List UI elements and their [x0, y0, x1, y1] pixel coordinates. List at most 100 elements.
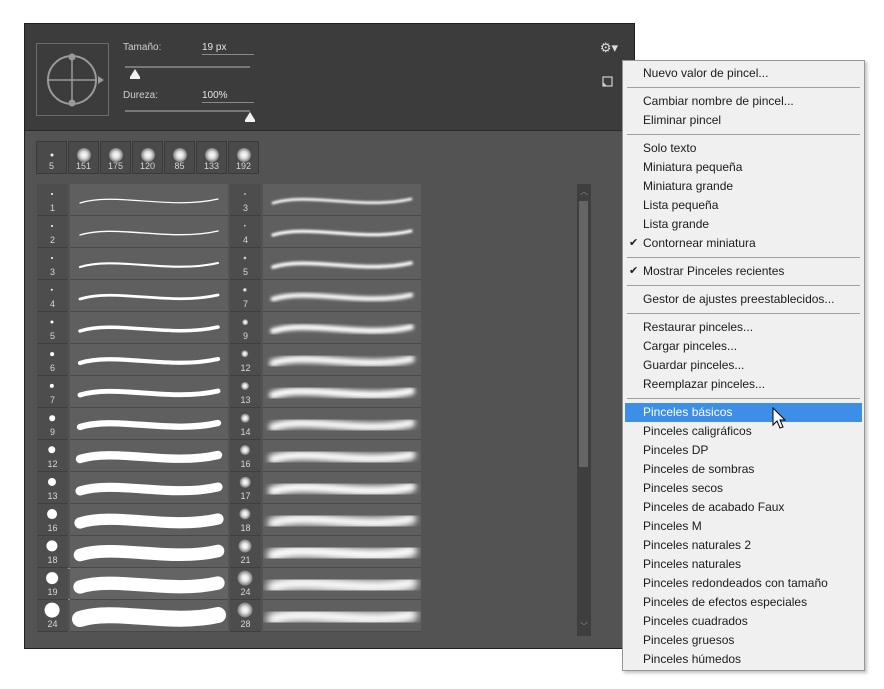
recent-brush-item[interactable]: 85 — [164, 141, 195, 174]
menu-item[interactable]: ✔ Mostrar Pinceles recientes — [625, 262, 862, 281]
soft-brush-tip-icon — [238, 539, 252, 553]
menu-item[interactable]: Gestor de ajustes preestablecidos... — [625, 290, 862, 309]
brush-tip-preview-icon[interactable] — [36, 43, 109, 116]
hardness-slider-track[interactable] — [125, 110, 250, 112]
hard-brush-item[interactable]: 18 — [37, 536, 228, 568]
size-slider-track[interactable] — [125, 66, 250, 68]
brush-stroke-line — [269, 387, 415, 399]
hard-brush-item[interactable]: 24 — [37, 600, 228, 632]
gear-icon[interactable]: ⚙▾ — [597, 39, 621, 57]
recent-brush-item[interactable]: 192 — [228, 141, 259, 174]
soft-brush-item[interactable]: 21 — [230, 536, 421, 568]
brush-stroke-preview — [70, 184, 228, 216]
soft-brush-item[interactable]: 18 — [230, 504, 421, 536]
brush-stroke-line — [77, 388, 221, 398]
brush-size-label: 5 — [49, 331, 55, 341]
hard-brush-item[interactable]: 12 — [37, 440, 228, 472]
soft-brush-item[interactable]: 9 — [230, 312, 421, 344]
hardness-slider-thumb[interactable] — [245, 112, 255, 122]
menu-item[interactable]: Miniatura pequeña — [625, 158, 862, 177]
menu-item[interactable]: Pinceles naturales — [625, 555, 862, 574]
soft-brush-item[interactable]: 16 — [230, 440, 421, 472]
soft-brush-item[interactable]: 28 — [230, 600, 421, 632]
brush-tip-cell: 13 — [230, 376, 261, 408]
brush-tip-cell: 28 — [230, 600, 261, 632]
menu-item[interactable]: Pinceles de acabado Faux — [625, 498, 862, 517]
menu-item[interactable]: Pinceles húmedos — [625, 650, 862, 669]
soft-brush-tip-icon — [76, 148, 91, 162]
checkmark-icon: ✔ — [629, 237, 639, 249]
hard-brush-item[interactable]: 5 — [37, 312, 228, 344]
scrollbar[interactable]: ︿ ﹀ — [577, 184, 591, 636]
size-slider-thumb[interactable] — [130, 69, 140, 79]
soft-brush-item[interactable]: 4 — [230, 216, 421, 248]
scroll-down-arrow-icon[interactable]: ﹀ — [579, 622, 589, 632]
menu-item[interactable]: Pinceles naturales 2 — [625, 536, 862, 555]
hard-brush-item[interactable]: 7 — [37, 376, 228, 408]
soft-brush-tip-icon — [240, 381, 250, 391]
menu-item-label: Guardar pinceles... — [643, 358, 745, 372]
scrollbar-thumb[interactable] — [579, 201, 588, 467]
menu-item[interactable]: Miniatura grande — [625, 177, 862, 196]
soft-brush-item[interactable]: 17 — [230, 472, 421, 504]
menu-item[interactable]: Pinceles secos — [625, 479, 862, 498]
recent-brush-item[interactable]: 5 — [36, 141, 67, 174]
soft-brush-item[interactable]: 13 — [230, 376, 421, 408]
hard-brush-item[interactable]: 3 — [37, 248, 228, 280]
recent-brush-item[interactable]: 120 — [132, 141, 163, 174]
soft-brush-item[interactable]: 24 — [230, 568, 421, 600]
brush-stroke-preview — [263, 312, 421, 344]
menu-item[interactable]: Reemplazar pinceles... — [625, 375, 862, 394]
brush-size-label: 12 — [240, 363, 251, 373]
recent-brush-item[interactable]: 133 — [196, 141, 227, 174]
size-value-field[interactable]: 19 px — [202, 42, 254, 55]
menu-item[interactable]: ✔ Contornear miniatura — [625, 234, 862, 253]
menu-item[interactable]: Guardar pinceles... — [625, 356, 862, 375]
menu-item[interactable]: Eliminar pincel — [625, 111, 862, 130]
menu-item[interactable]: Pinceles M — [625, 517, 862, 536]
menu-item[interactable]: Pinceles cuadrados — [625, 612, 862, 631]
scroll-up-arrow-icon[interactable]: ︿ — [579, 187, 589, 197]
menu-item[interactable]: Lista grande — [625, 215, 862, 234]
hard-brush-item[interactable]: 4 — [37, 280, 228, 312]
hard-brush-item[interactable]: 2 — [37, 216, 228, 248]
menu-item[interactable]: Pinceles de efectos especiales — [625, 593, 862, 612]
brush-tip-cell: 3 — [230, 184, 261, 216]
hard-brush-item[interactable]: 19 — [37, 568, 228, 600]
menu-item[interactable]: Restaurar pinceles... — [625, 318, 862, 337]
menu-item[interactable]: Solo texto — [625, 139, 862, 158]
menu-item[interactable]: Cargar pinceles... — [625, 337, 862, 356]
hardness-value-field[interactable]: 100% — [202, 90, 254, 103]
new-preset-icon[interactable] — [602, 75, 614, 87]
menu-item[interactable]: Cambiar nombre de pincel... — [625, 92, 862, 111]
menu-item[interactable]: Pinceles básicos — [625, 403, 862, 422]
brush-stroke-preview — [70, 440, 228, 472]
brush-tip-cell: 7 — [230, 280, 261, 312]
soft-brush-item[interactable]: 5 — [230, 248, 421, 280]
menu-item-label: Pinceles naturales — [643, 557, 742, 571]
hard-brush-item[interactable]: 9 — [37, 408, 228, 440]
menu-item[interactable]: Lista pequeña — [625, 196, 862, 215]
hard-brush-item[interactable]: 6 — [37, 344, 228, 376]
recent-brush-item[interactable]: 151 — [68, 141, 99, 174]
menu-item[interactable]: Pinceles de sombras — [625, 460, 862, 479]
soft-brush-item[interactable]: 14 — [230, 408, 421, 440]
brush-tip-cell: 19 — [37, 568, 68, 600]
soft-brush-item[interactable]: 7 — [230, 280, 421, 312]
soft-brush-item[interactable]: 12 — [230, 344, 421, 376]
brush-stroke-line — [271, 197, 413, 205]
soft-brush-item[interactable]: 3 — [230, 184, 421, 216]
menu-item[interactable]: Pinceles gruesos — [625, 631, 862, 650]
menu-item[interactable]: Nuevo valor de pincel... — [625, 64, 862, 83]
menu-item[interactable]: Pinceles caligráficos — [625, 422, 862, 441]
brush-tip-cell: 1 — [37, 184, 68, 216]
recent-brush-item[interactable]: 175 — [100, 141, 131, 174]
hard-brush-item[interactable]: 16 — [37, 504, 228, 536]
brush-size-label: 3 — [49, 267, 55, 277]
menu-item[interactable]: Pinceles DP — [625, 441, 862, 460]
hard-brush-item[interactable]: 1 — [37, 184, 228, 216]
soft-brush-tip-icon — [243, 256, 247, 260]
menu-item-label: Pinceles DP — [643, 443, 709, 457]
hard-brush-item[interactable]: 13 — [37, 472, 228, 504]
menu-item[interactable]: Pinceles redondeados con tamaño — [625, 574, 862, 593]
